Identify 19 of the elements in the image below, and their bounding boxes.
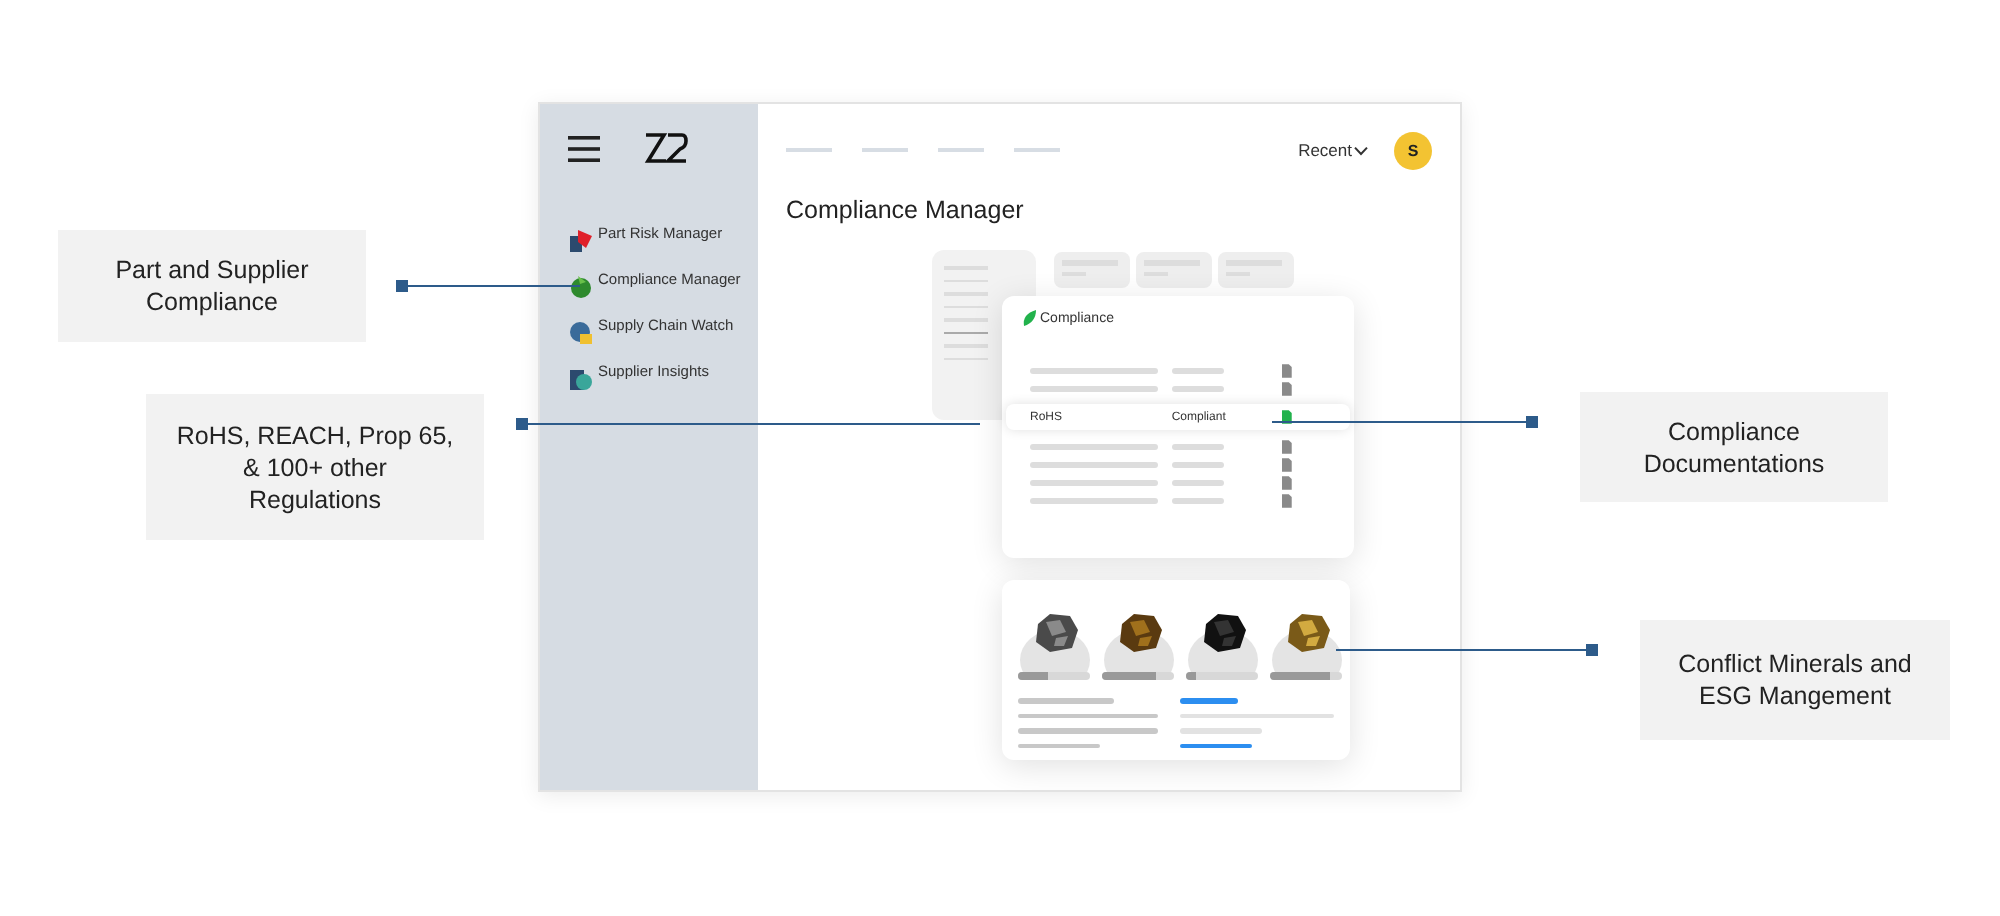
ghost-tile [1054, 252, 1130, 288]
logo-icon [644, 132, 688, 164]
chevron-down-icon [1354, 145, 1368, 155]
document-icon [1282, 410, 1293, 424]
callout-label: Conflict Minerals and ESG Mangement [1640, 620, 1950, 740]
leaf-icon [570, 276, 592, 298]
ghost-tile [1218, 252, 1294, 288]
menu-icon[interactable] [568, 135, 600, 161]
callout-label: RoHS, REACH, Prop 65, & 100+ other Regulations [146, 394, 484, 540]
globe-icon [570, 322, 592, 344]
recent-dropdown[interactable]: Recent [1298, 140, 1368, 160]
ghost-tile [1136, 252, 1212, 288]
chart-icon [570, 230, 592, 252]
page-title: Compliance Manager [786, 196, 1026, 224]
leaf-icon [1022, 310, 1036, 326]
user-avatar[interactable]: S [1394, 131, 1432, 169]
callout-label: Part and Supplier Compliance [58, 230, 366, 342]
callout-label: Compliance Documentations [1580, 392, 1888, 502]
document-icon [570, 368, 592, 390]
